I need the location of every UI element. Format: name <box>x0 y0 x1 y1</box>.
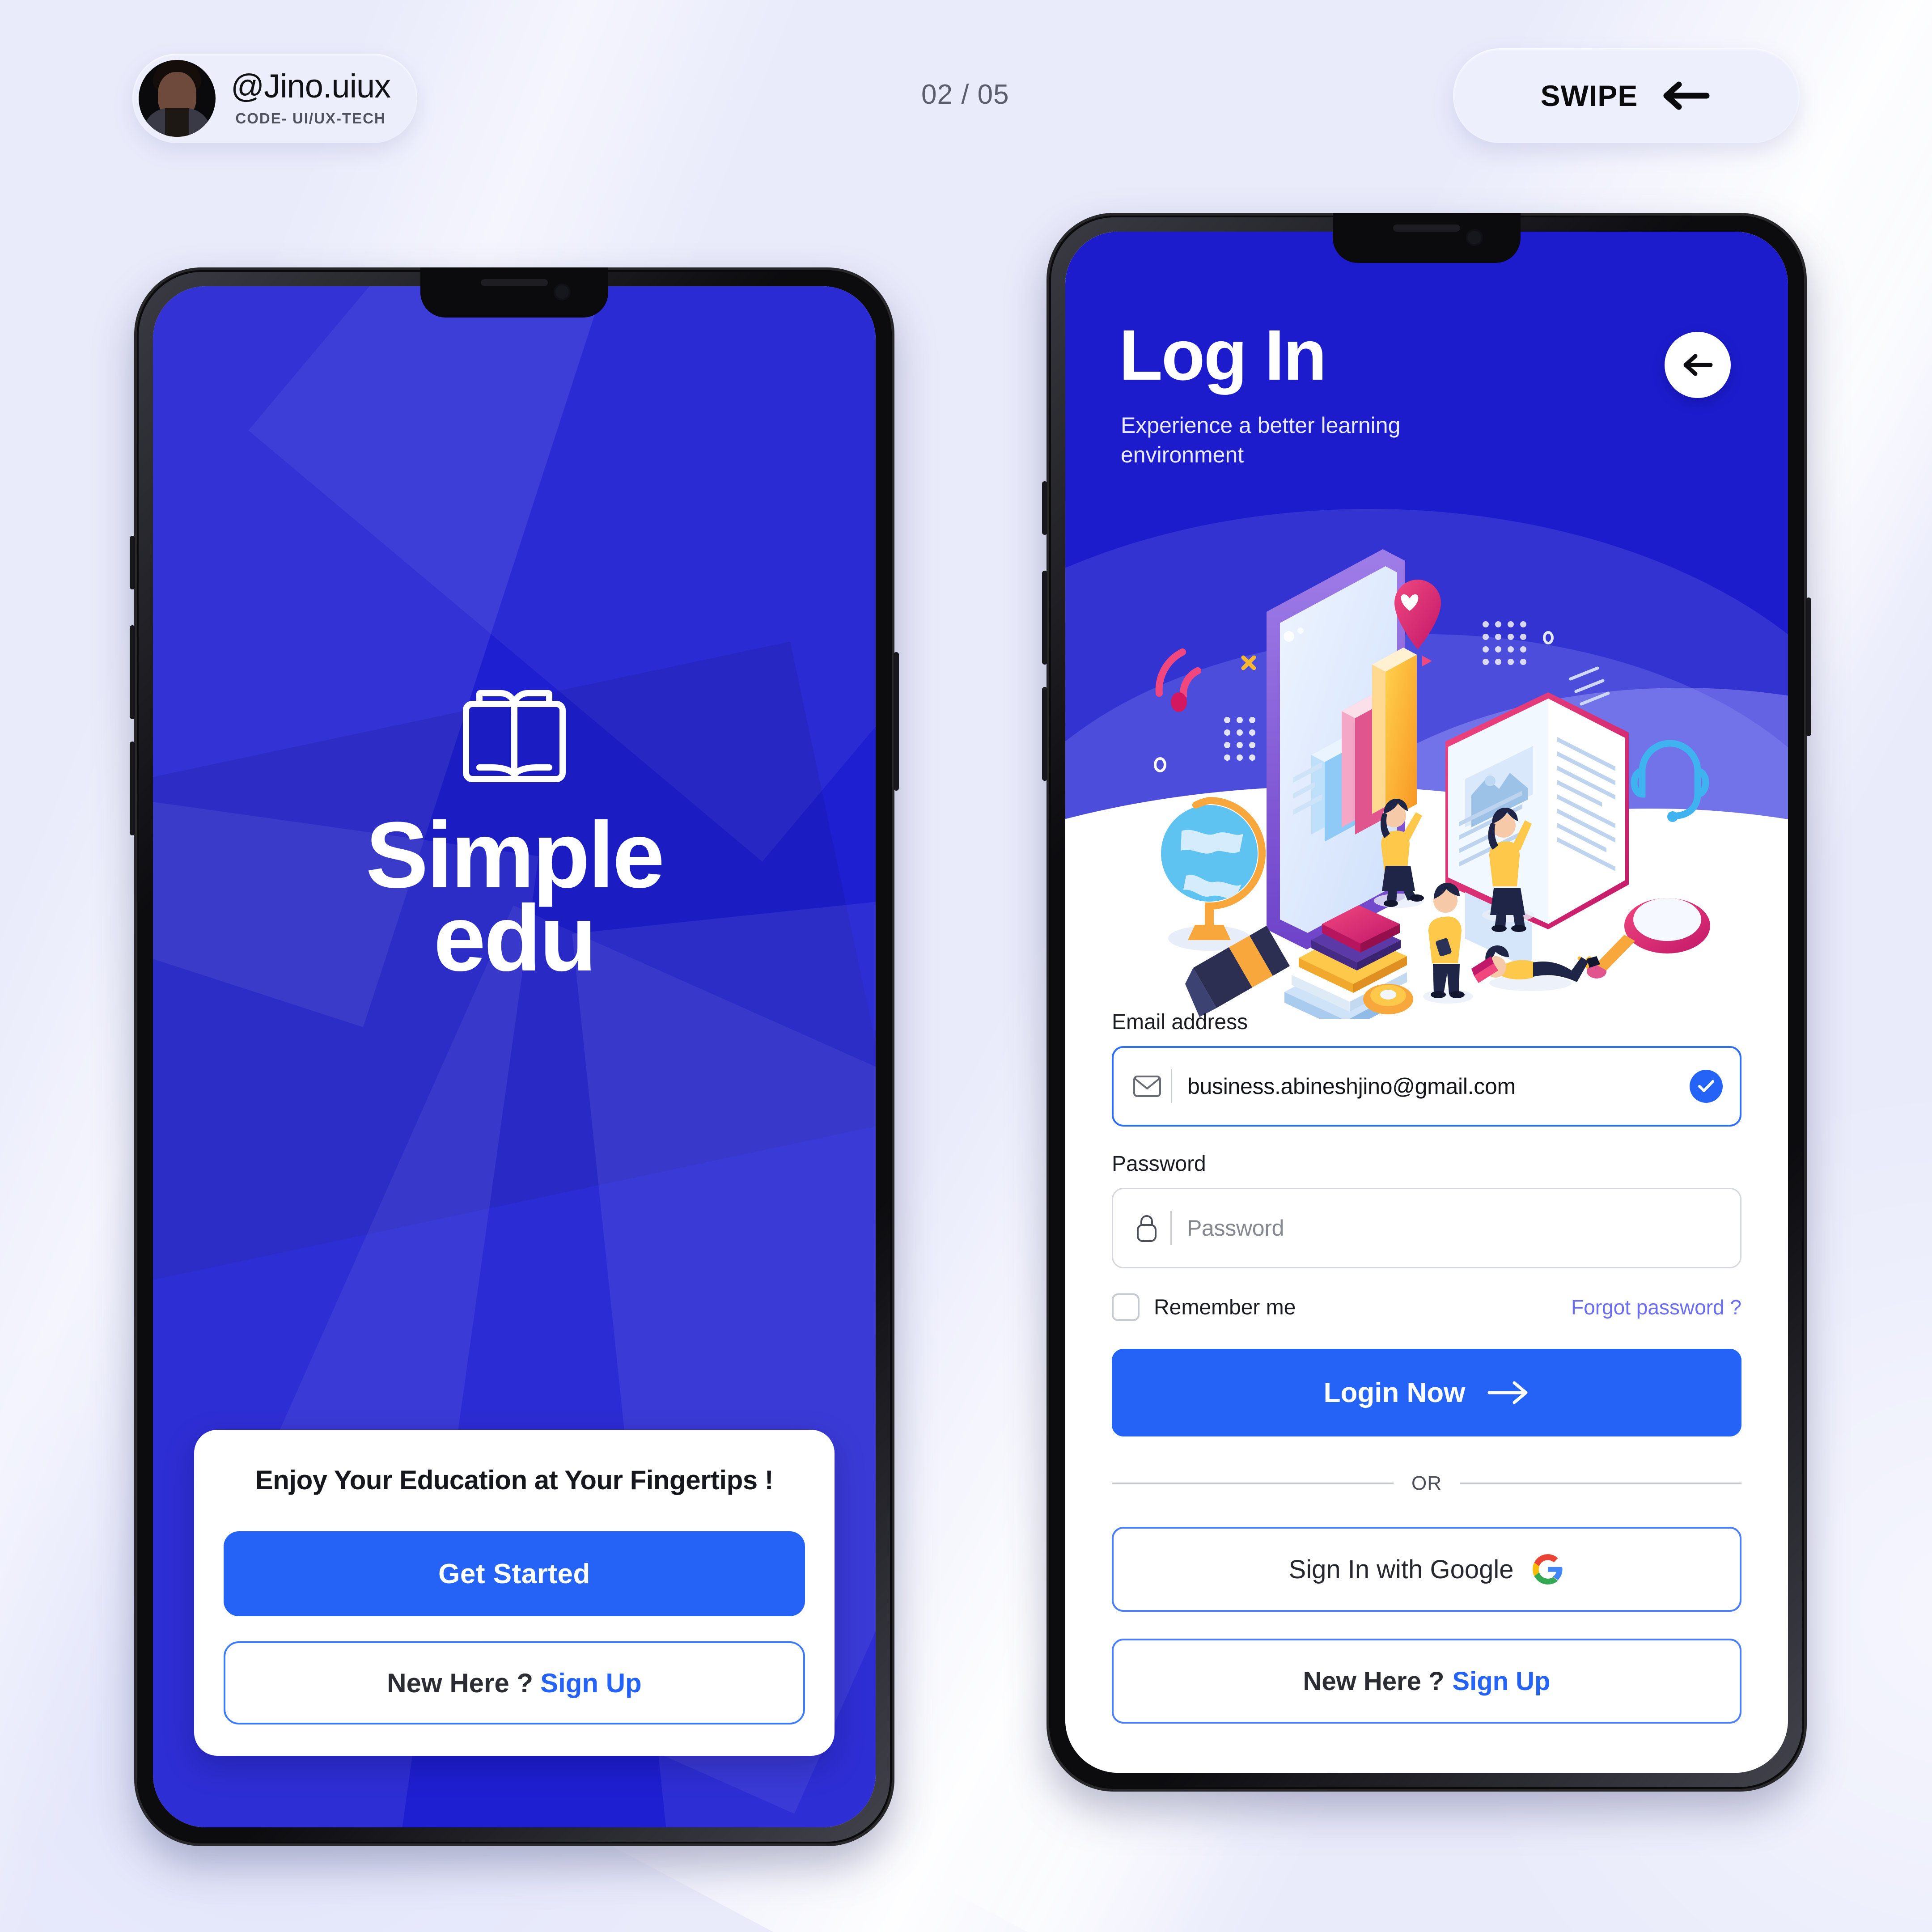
login-screen: Log In Experience a better learning envi… <box>1065 232 1788 1773</box>
open-book-illustration <box>1445 692 1629 970</box>
remember-me-group[interactable]: Remember me <box>1112 1293 1296 1321</box>
swipe-button[interactable]: SWIPE <box>1453 48 1800 143</box>
front-camera <box>555 285 569 299</box>
brand-line-2: edu <box>433 886 597 991</box>
earpiece-speaker <box>481 279 548 286</box>
swipe-label: SWIPE <box>1540 79 1638 112</box>
back-button[interactable] <box>1665 332 1731 398</box>
email-value: business.abineshjino@gmail.com <box>1187 1074 1516 1099</box>
password-field[interactable]: Password <box>1112 1188 1741 1268</box>
phone-mute-button[interactable] <box>130 536 135 589</box>
profile-badge[interactable]: @Jino.uiux CODE- UI/UX-TECH <box>132 54 418 143</box>
profile-subtitle: CODE- UI/UX-TECH <box>235 110 386 127</box>
splash-signup-prefix: New Here ? <box>387 1668 534 1698</box>
splash-background: Simple edu Enjoy Your Education at Your … <box>153 286 876 1827</box>
phone-notch <box>420 267 608 318</box>
google-signin-button[interactable]: Sign In with Google <box>1112 1527 1741 1612</box>
phone-power-button[interactable] <box>894 652 899 791</box>
brand-lockup: Simple edu <box>365 689 665 991</box>
front-camera <box>1468 231 1481 244</box>
phone-mute-button[interactable] <box>1042 481 1047 535</box>
avatar <box>139 60 216 137</box>
login-now-label: Login Now <box>1323 1377 1466 1408</box>
signup-accent: Sign Up <box>1452 1666 1551 1696</box>
check-circle-icon <box>1690 1070 1723 1103</box>
phone-mockup-splash: Simple edu Enjoy Your Education at Your … <box>130 267 899 1846</box>
arrow-left-icon <box>1683 354 1713 376</box>
arrow-left-icon <box>1663 81 1710 110</box>
remember-me-checkbox[interactable] <box>1112 1293 1140 1321</box>
avatar-shirt <box>165 108 189 137</box>
google-g-icon <box>1533 1554 1563 1585</box>
or-divider: OR <box>1112 1472 1741 1495</box>
phone-volume-up-button[interactable] <box>130 625 135 719</box>
phone-volume-down-button[interactable] <box>130 741 135 835</box>
headset-illustration <box>1631 740 1709 822</box>
earpiece-speaker <box>1393 225 1460 232</box>
phone-power-button[interactable] <box>1806 597 1811 736</box>
profile-text: @Jino.uiux CODE- UI/UX-TECH <box>231 68 391 127</box>
page-counter: 02 / 05 <box>921 79 1009 110</box>
field-divider <box>1170 1211 1172 1245</box>
password-placeholder: Password <box>1187 1216 1284 1241</box>
splash-headline: Enjoy Your Education at Your Fingertips … <box>255 1465 774 1495</box>
magnifier-illustration <box>1587 898 1710 979</box>
email-label: Email address <box>1112 1010 1248 1034</box>
open-book-icon <box>463 690 566 782</box>
divider-line-right <box>1460 1483 1741 1484</box>
person-lying-reading <box>1471 945 1600 991</box>
email-field[interactable]: business.abineshjino@gmail.com <box>1112 1046 1741 1127</box>
splash-signup-accent: Sign Up <box>540 1668 642 1698</box>
get-started-button[interactable]: Get Started <box>224 1531 805 1616</box>
login-now-button[interactable]: Login Now <box>1112 1349 1741 1436</box>
field-divider <box>1171 1069 1172 1103</box>
phone-volume-up-button[interactable] <box>1042 571 1047 665</box>
elearning-illustration <box>1154 549 1710 1019</box>
signup-button[interactable]: New Here ? Sign Up <box>1112 1639 1741 1724</box>
phone-volume-down-button[interactable] <box>1042 687 1047 781</box>
signup-prefix: New Here ? <box>1303 1666 1445 1696</box>
phone-mockup-login: Log In Experience a better learning envi… <box>1042 213 1811 1792</box>
tablet-device <box>1267 549 1441 949</box>
login-form: Email address business.abineshjino@gmail… <box>1112 1010 1741 1724</box>
remember-me-label: Remember me <box>1154 1295 1296 1319</box>
dot-grid-left <box>1224 717 1255 761</box>
envelope-icon <box>1129 1075 1165 1097</box>
brand-wordmark: Simple edu <box>365 802 665 991</box>
forgot-password-link[interactable]: Forgot password ? <box>1571 1295 1741 1319</box>
globe-illustration <box>1161 797 1266 951</box>
divider-line-left <box>1112 1483 1394 1484</box>
profile-handle: @Jino.uiux <box>231 68 391 105</box>
splash-screen: Simple edu Enjoy Your Education at Your … <box>153 286 876 1827</box>
dot-grid-right <box>1483 621 1526 665</box>
speed-lines <box>1569 666 1610 706</box>
remember-row: Remember me Forgot password ? <box>1112 1293 1741 1321</box>
wifi-icon <box>1155 648 1201 712</box>
splash-cta-card: Enjoy Your Education at Your Fingertips … <box>194 1430 835 1756</box>
login-content: Log In Experience a better learning envi… <box>1065 232 1788 1773</box>
brand-line-1: Simple <box>365 802 665 907</box>
divider-label: OR <box>1411 1472 1442 1494</box>
page-subtitle: Experience a better learning environment <box>1121 413 1401 467</box>
lock-icon <box>1128 1213 1165 1243</box>
page-title: Log In <box>1119 315 1327 395</box>
google-signin-label: Sign In with Google <box>1288 1555 1514 1584</box>
splash-signup-button[interactable]: New Here ? Sign Up <box>224 1641 805 1724</box>
password-label: Password <box>1112 1152 1206 1176</box>
phone-notch <box>1333 213 1521 263</box>
arrow-right-icon <box>1487 1381 1528 1404</box>
